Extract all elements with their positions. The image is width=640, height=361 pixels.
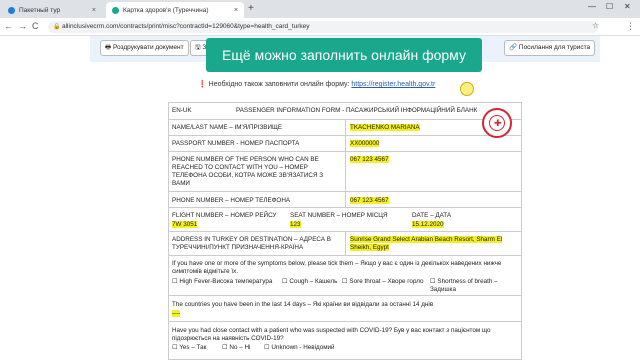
column-divider: [345, 136, 346, 151]
form-row-phone: PHONE NUMBER – НОМЕР ТЕЛЕФОНА 067 123 45…: [169, 191, 521, 207]
minimize-icon[interactable]: —: [588, 2, 596, 11]
form-row-name: NAME/LAST NAME – ІМ'Я/ПРІЗВИЩЕ TKACHENKO…: [169, 119, 521, 135]
symptoms-question: If you have one or more of the symptoms …: [172, 260, 502, 275]
print-document-button[interactable]: 🖶 Роздрукувати документ: [100, 40, 189, 56]
tab-label: Пакетный тур: [19, 6, 61, 14]
tab-health-card[interactable]: Картка здоров'я (Туреччина) ×: [106, 2, 244, 18]
language-code: EN-UK: [172, 107, 192, 114]
close-tab-icon[interactable]: ×: [234, 7, 238, 14]
ministry-emblem-icon: ✚: [482, 108, 512, 138]
column-divider: [345, 120, 346, 135]
tab-package-tour[interactable]: Пакетный тур ×: [2, 2, 102, 18]
browser-tab-bar: Пакетный тур × Картка здоров'я (Туреччин…: [0, 0, 640, 18]
form-row-passport: PASSPORT NUMBER - НОМЕР ПАСПОРТА XX00000…: [169, 135, 521, 151]
passport-label: PASSPORT NUMBER - НОМЕР ПАСПОРТА: [172, 140, 300, 147]
phone-value: 067 123 4567: [350, 197, 389, 204]
passenger-information-form: EN-UK PASSENGER INFORMATION FORM - ПАСАЖ…: [168, 102, 522, 360]
address-bar: ← → C 🔒 allinclusivecrm.com/contracts/pr…: [0, 18, 640, 36]
form-row-flight: FLIGHT NUMBER – НОМЕР РЕЙСУ 7W 3051 SEAT…: [169, 207, 521, 231]
covid-unknown-checkbox[interactable]: ☐ Unknown - Невідомий: [261, 342, 338, 354]
site-favicon-icon: [8, 6, 15, 14]
mouse-cursor-highlight: [460, 82, 474, 96]
symptom-sore-throat-checkbox[interactable]: ☐ Sore throat – Хворе горло: [339, 276, 426, 288]
form-row-countries: The countries you have been in the last …: [169, 295, 521, 321]
reload-icon[interactable]: C: [32, 21, 39, 31]
column-divider: [345, 152, 346, 191]
maximize-icon[interactable]: ☐: [606, 2, 613, 11]
close-window-icon[interactable]: ✕: [624, 2, 631, 11]
column-divider: [345, 192, 346, 207]
back-icon[interactable]: ←: [4, 21, 13, 31]
flight-value: 7W 3051: [172, 221, 198, 228]
browser-menu-icon[interactable]: ⋮: [626, 21, 635, 32]
passport-value: XX000000: [350, 140, 380, 147]
phone-label: PHONE NUMBER – НОМЕР ТЕЛЕФОНА: [172, 197, 291, 204]
countries-value: ----: [172, 310, 181, 317]
symptom-fever-checkbox[interactable]: ☐ High Fever-Висока температура: [169, 276, 275, 288]
site-favicon-icon: [112, 6, 119, 14]
covid-yes-checkbox[interactable]: ☐ Yes – Так: [169, 342, 209, 354]
name-value: TKACHENKO MARIANA: [350, 124, 420, 131]
name-label: NAME/LAST NAME – ІМ'Я/ПРІЗВИЩЕ: [172, 124, 283, 131]
notice-text: Необхідно також заповнити онлайн форму:: [208, 81, 352, 88]
covid-no-checkbox[interactable]: ☐ No – Ні: [219, 342, 253, 354]
symptom-breath-checkbox[interactable]: ☐ Shortness of breath – Задишка: [427, 276, 521, 296]
url-input[interactable]: 🔒 allinclusivecrm.com/contracts/print/mi…: [48, 21, 598, 33]
date-value: 15.12.2020: [412, 221, 444, 228]
tab-label: Картка здоров'я (Туреччина): [123, 6, 209, 14]
form-row-covid-contact: Have you had close contact with a patien…: [169, 321, 521, 361]
form-title: PASSENGER INFORMATION FORM - ПАСАЖИРСЬКИ…: [236, 107, 478, 114]
new-tab-button[interactable]: +: [248, 3, 254, 14]
exclamation-icon: ❗: [198, 81, 207, 88]
tourist-link-button[interactable]: 🔗 Посилання для туриста: [504, 40, 596, 56]
form-header-row: EN-UK PASSENGER INFORMATION FORM - ПАСАЖ…: [169, 103, 521, 119]
symptom-cough-checkbox[interactable]: ☐ Cough – Кашель: [279, 276, 340, 288]
bookmark-star-icon[interactable]: ☆: [592, 21, 599, 30]
close-tab-icon[interactable]: ×: [92, 7, 96, 14]
url-text: allinclusivecrm.com/contracts/print/misc…: [62, 23, 310, 30]
form-row-contact: PHONE NUMBER OF THE PERSON WHO CAN BE RE…: [169, 151, 521, 191]
caption-overlay: Ещё можно заполнить онлайн форму: [206, 38, 482, 72]
address-label: ADDRESS IN TURKEY OR DESTINATION – АДРЕС…: [172, 236, 331, 251]
form-row-symptoms: If you have one or more of the symptoms …: [169, 255, 521, 295]
seat-value: 123: [290, 221, 301, 228]
form-row-address: ADDRESS IN TURKEY OR DESTINATION – АДРЕС…: [169, 231, 521, 255]
contact-label: PHONE NUMBER OF THE PERSON WHO CAN BE RE…: [172, 156, 324, 187]
online-form-notice: ❗ Необхідно також заповнити онлайн форму…: [198, 80, 435, 88]
address-value: Sunrise Grand Select Arabian Beach Resor…: [350, 236, 503, 251]
countries-question: The countries you have been in the last …: [172, 301, 434, 308]
forward-icon[interactable]: →: [18, 21, 27, 31]
register-link[interactable]: https://register.health.gov.tr: [351, 81, 435, 88]
contact-value: 067 123 4567: [350, 156, 389, 163]
emblem-cross-icon: ✚: [494, 118, 502, 128]
lock-icon: 🔒: [53, 24, 61, 30]
column-divider: [345, 232, 346, 255]
seat-label: SEAT NUMBER – НОМЕР МІСЦЯ: [290, 212, 388, 219]
